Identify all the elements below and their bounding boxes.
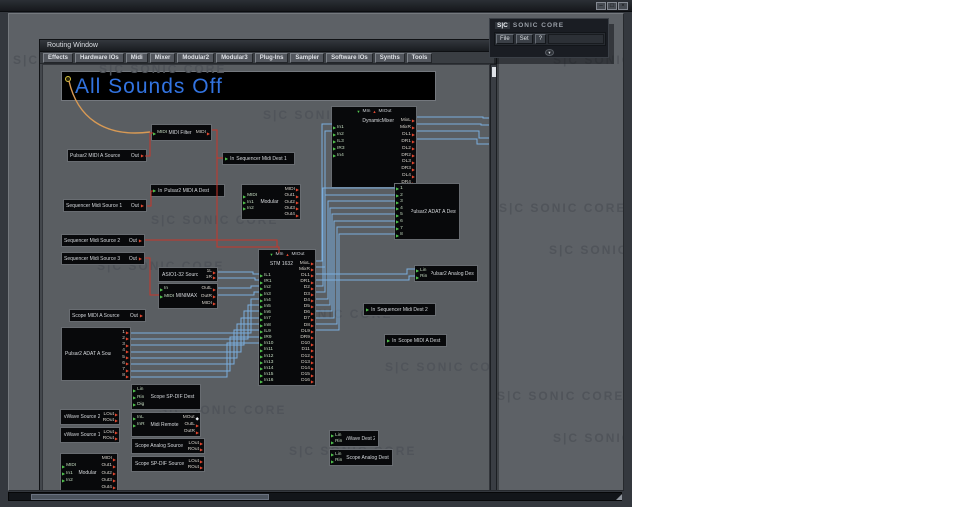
sonic-core-titlebar[interactable]: S|C SONIC CORE	[495, 21, 564, 30]
wire-blue-34[interactable]	[218, 286, 259, 288]
wire-blue-24[interactable]	[131, 299, 259, 333]
tab-effects[interactable]: Effects	[43, 53, 73, 63]
vertical-scrollbar-thumb[interactable]	[492, 67, 496, 77]
sonic-core-toolbar: FileSet?	[494, 32, 606, 46]
wire-blue-10[interactable]	[417, 117, 490, 118]
wire-blue-15[interactable]	[316, 276, 415, 280]
app-titlebar	[0, 0, 632, 12]
wire-red-2[interactable]	[145, 133, 153, 156]
wire-blue-31[interactable]	[131, 343, 259, 377]
app-workspace: S|C SONIC CORES|C SONIC CORES|C SONIC CO…	[8, 13, 624, 491]
app-resize-grip[interactable]	[616, 494, 622, 500]
wire-blue-29[interactable]	[131, 330, 259, 364]
sonic-core-collapse-button[interactable]: ▼	[545, 49, 554, 56]
wire-blue-28[interactable]	[131, 324, 259, 358]
routing-canvas[interactable]: S|C SONIC CORES|C SONIC CORES|C SONIC CO…	[42, 64, 490, 491]
close-button[interactable]: ×	[618, 2, 628, 10]
routing-window-menubar: EffectsHardware IOsMidiMixerModular2Modu…	[40, 52, 496, 64]
sonic-core-logo: S|C	[495, 22, 510, 29]
tab-tools[interactable]: Tools	[407, 53, 433, 63]
wire-orange-1[interactable]	[69, 81, 150, 133]
sonic-core-file-button[interactable]: File	[496, 34, 514, 44]
sonic-core-title: SONIC CORE	[513, 22, 564, 29]
minimize-button[interactable]: –	[596, 2, 606, 10]
wire-blue-25[interactable]	[131, 305, 259, 339]
tab-software-ios[interactable]: Software IOs	[326, 53, 373, 63]
wire-red-6[interactable]	[145, 240, 279, 247]
wire-blue-32[interactable]	[218, 272, 259, 274]
wire-red-7[interactable]	[145, 258, 159, 295]
tab-mixer[interactable]: Mixer	[150, 53, 176, 63]
routing-window: Routing Window EffectsHardware IOsMidiMi…	[39, 39, 497, 491]
wire-blue-18[interactable]	[316, 201, 395, 299]
wire-blue-14[interactable]	[316, 269, 415, 274]
wire-blue-26[interactable]	[131, 311, 259, 345]
horizontal-scrollbar[interactable]	[8, 492, 622, 501]
wire-blue-12[interactable]	[417, 131, 490, 138]
sonic-core-toolbar-blank	[548, 34, 604, 44]
wire-blue-30[interactable]	[131, 337, 259, 371]
app-window: S|C SONIC CORES|C SONIC CORES|C SONIC CO…	[0, 0, 632, 507]
wire-layer	[43, 65, 490, 491]
tab-midi[interactable]: Midi	[126, 53, 148, 63]
horizontal-scrollbar-thumb[interactable]	[31, 494, 269, 500]
tab-plug-ins[interactable]: Plug-Ins	[255, 53, 289, 63]
wire-blue-27[interactable]	[131, 318, 259, 352]
watermark: S|C SONIC CORE	[553, 431, 624, 445]
tab-modular2[interactable]: Modular2	[177, 53, 214, 63]
wire-blue-11[interactable]	[417, 124, 490, 125]
routing-window-titlebar[interactable]: Routing Window	[40, 40, 496, 52]
sonic-core-set-button[interactable]: Set	[516, 34, 533, 44]
wire-blue-35[interactable]	[218, 292, 259, 295]
tab-sampler[interactable]: Sampler	[290, 53, 324, 63]
watermark: S|C SONIC CORE	[549, 243, 624, 257]
tab-synths[interactable]: Synths	[375, 53, 405, 63]
vertical-scrollbar[interactable]	[490, 64, 497, 491]
sonic-core-window: S|C SONIC CORE FileSet? ▼	[489, 18, 609, 58]
sonic-core-help-button[interactable]: ?	[535, 34, 546, 44]
tab-modular3[interactable]: Modular3	[216, 53, 253, 63]
wire-red-5[interactable]	[147, 191, 153, 206]
tab-hardware-ios[interactable]: Hardware IOs	[75, 53, 124, 63]
wire-red-3[interactable]	[212, 130, 279, 253]
watermark: S|C SONIC CORE	[499, 201, 624, 215]
watermark: S|C SONIC CORE	[497, 389, 624, 403]
wire-blue-33[interactable]	[218, 278, 259, 280]
wire-blue-13[interactable]	[417, 139, 490, 144]
maximize-button[interactable]: □	[607, 2, 617, 10]
